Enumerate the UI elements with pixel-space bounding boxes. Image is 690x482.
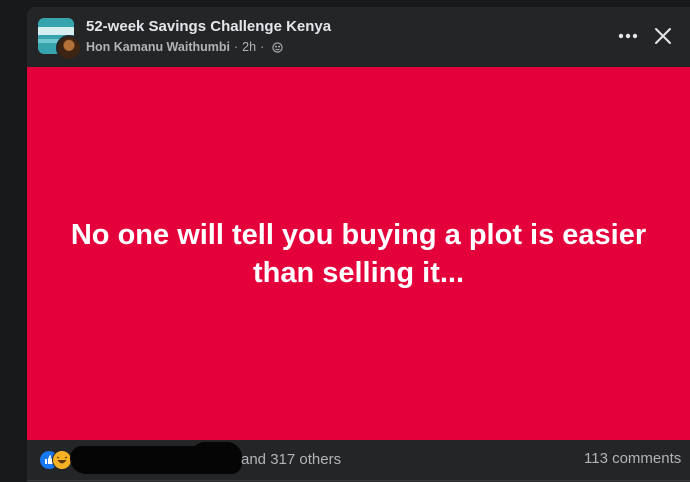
globe-icon[interactable] [272, 41, 283, 53]
page: 52-week Savings Challenge Kenya Hon Kama… [0, 0, 690, 482]
reaction-others-text[interactable]: and 317 others [241, 451, 341, 468]
post-content-background: No one will tell you buying a plot is ea… [27, 67, 690, 440]
author-name-link[interactable]: Hon Kamanu Waithumbi [86, 40, 230, 54]
more-options-button[interactable] [612, 22, 644, 50]
post-body-text: No one will tell you buying a plot is ea… [70, 218, 647, 289]
meta-separator: · [233, 40, 239, 54]
redacted-names-scribble [70, 442, 242, 474]
haha-icon [52, 450, 72, 470]
comments-count-link[interactable]: 113 comments [584, 450, 681, 467]
post-meta: Hon Kamanu Waithumbi · 2h · [86, 40, 283, 54]
group-avatar-stripe [38, 27, 74, 35]
meta-separator-2: · [260, 40, 265, 54]
post-timestamp[interactable]: 2h [242, 40, 256, 54]
more-horizontal-icon [618, 33, 638, 39]
author-avatar[interactable] [56, 35, 82, 61]
post-header: 52-week Savings Challenge Kenya Hon Kama… [27, 7, 690, 67]
group-name-link[interactable]: 52-week Savings Challenge Kenya [86, 18, 331, 35]
close-button[interactable] [647, 21, 679, 51]
close-icon [655, 28, 671, 44]
reactions-bar: and 317 others 113 comments [27, 440, 690, 480]
post-card: 52-week Savings Challenge Kenya Hon Kama… [27, 7, 690, 482]
